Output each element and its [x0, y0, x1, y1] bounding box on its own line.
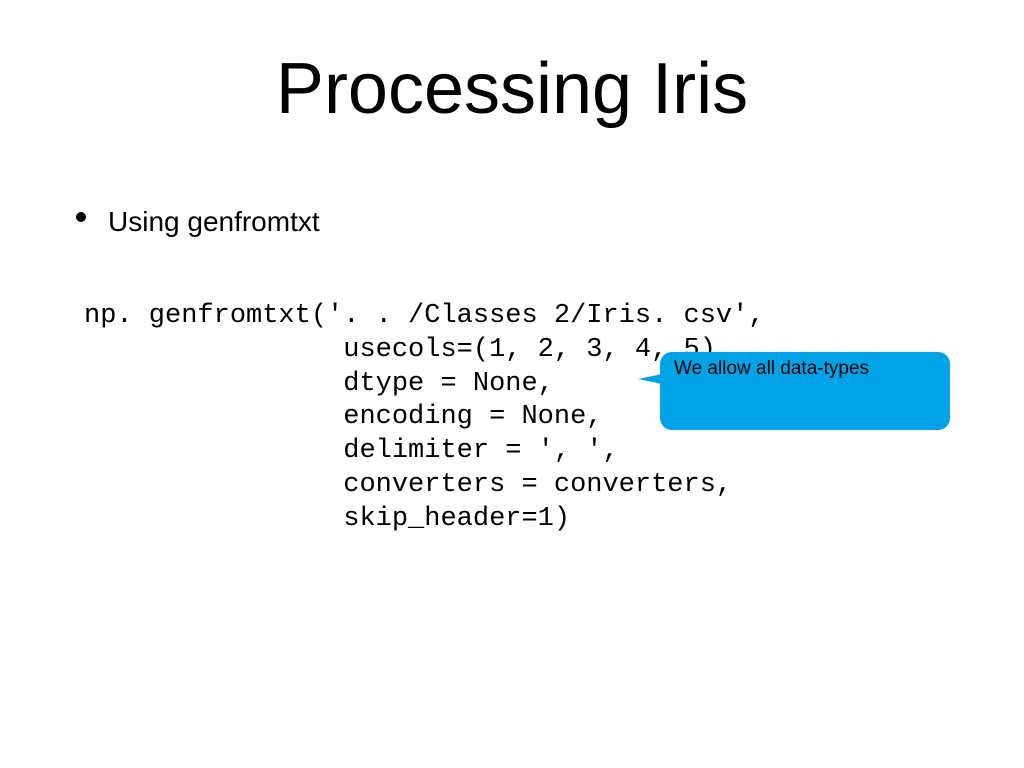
callout-box: We allow all data-types [660, 352, 950, 430]
callout-text: We allow all data-types [674, 358, 869, 379]
callout-arrow-icon [638, 374, 662, 384]
bullet-item: Using genfromtxt [76, 206, 320, 238]
slide: Processing Iris Using genfromtxt np. gen… [0, 0, 1024, 768]
slide-title: Processing Iris [0, 48, 1024, 130]
bullet-dot-icon [76, 212, 86, 222]
bullet-text: Using genfromtxt [108, 206, 320, 238]
